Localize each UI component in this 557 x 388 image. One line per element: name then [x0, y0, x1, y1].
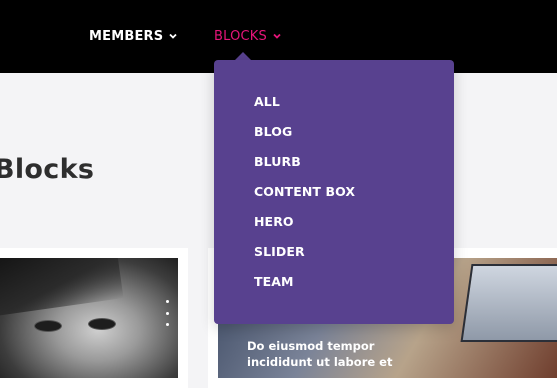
- chevron-down-icon: [272, 31, 282, 41]
- menu-item-all[interactable]: ALL: [254, 93, 355, 123]
- eye-shape: [34, 320, 62, 332]
- menu-item-team[interactable]: TEAM: [254, 273, 355, 303]
- slider-dot[interactable]: [165, 300, 169, 303]
- portrait-image[interactable]: [0, 258, 178, 378]
- laptop-shape: [460, 264, 557, 342]
- nav-members-label: MEMBERS: [89, 28, 164, 44]
- menu-item-content-box[interactable]: CONTENT BOX: [254, 183, 355, 213]
- eye-shape: [88, 318, 116, 330]
- slider-dots[interactable]: [165, 300, 169, 326]
- nav-blocks-label: BLOCKS: [214, 28, 267, 44]
- menu-item-hero[interactable]: HERO: [254, 213, 355, 243]
- menu-item-blurb[interactable]: BLURB: [254, 153, 355, 183]
- dropdown-list: ALL BLOG BLURB CONTENT BOX HERO SLIDER T…: [254, 93, 355, 303]
- page-title: Blocks: [0, 154, 95, 185]
- post-title[interactable]: Do eiusmod tempor incididunt ut labore e…: [247, 338, 427, 370]
- slider-dot[interactable]: [165, 323, 169, 326]
- nav-blocks[interactable]: BLOCKS: [214, 27, 282, 45]
- slider-dot[interactable]: [165, 311, 169, 315]
- menu-item-blog[interactable]: BLOG: [254, 123, 355, 153]
- nav-members[interactable]: MEMBERS: [89, 27, 178, 45]
- hair-shape: [0, 258, 124, 318]
- chevron-down-icon: [168, 31, 178, 41]
- menu-item-slider[interactable]: SLIDER: [254, 243, 355, 273]
- dropdown-caret: [235, 52, 251, 60]
- blocks-dropdown-menu: ALL BLOG BLURB CONTENT BOX HERO SLIDER T…: [214, 60, 454, 324]
